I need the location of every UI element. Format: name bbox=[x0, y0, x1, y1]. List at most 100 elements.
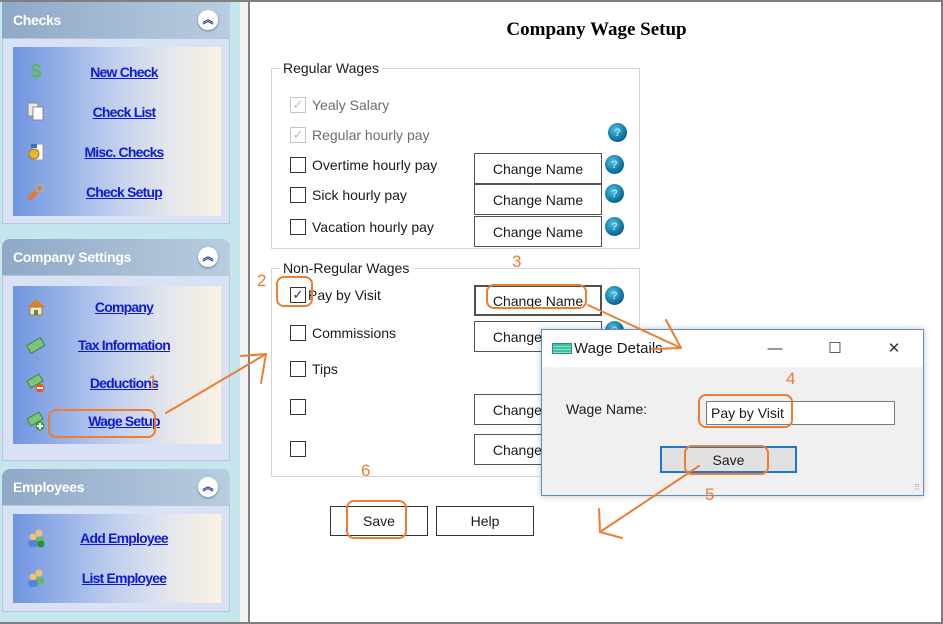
collapse-chevron-icon[interactable]: ︽ bbox=[198, 247, 218, 267]
checkbox-label: Pay by Visit bbox=[308, 287, 381, 303]
maximize-icon[interactable]: ☐ bbox=[825, 338, 845, 358]
panel-title: Employees bbox=[13, 479, 85, 495]
nav-link[interactable]: Check List bbox=[47, 104, 221, 120]
annotation-step-2: 2 bbox=[257, 271, 267, 290]
collapse-chevron-icon[interactable]: ︽ bbox=[198, 10, 218, 30]
wage-row-custom-1 bbox=[290, 399, 306, 415]
checkbox-label: Tips bbox=[312, 361, 338, 377]
nav-tax-information[interactable]: Tax Information bbox=[13, 326, 221, 364]
nav-misc-checks[interactable]: Misc. Checks bbox=[13, 132, 221, 172]
nav-link[interactable]: Deductions bbox=[47, 375, 221, 391]
panel-title: Checks bbox=[13, 12, 62, 28]
annotation-highlight-dialog-save bbox=[684, 445, 769, 475]
annotation-step-4: 4 bbox=[786, 369, 796, 388]
users-icon bbox=[25, 567, 47, 589]
wage-row-custom-2 bbox=[290, 441, 306, 457]
nav-list-employee[interactable]: List Employee bbox=[13, 558, 221, 598]
annotation-step-3: 3 bbox=[512, 252, 522, 271]
resize-grip-icon[interactable]: ⠿ bbox=[914, 484, 920, 492]
checkbox-label: Regular hourly pay bbox=[312, 127, 430, 143]
nav-add-employee[interactable]: Add Employee bbox=[13, 518, 221, 558]
checkbox[interactable]: ✓ bbox=[290, 127, 306, 143]
checkbox-label: Sick hourly pay bbox=[312, 187, 407, 203]
minimize-icon[interactable]: — bbox=[765, 338, 785, 358]
wage-row-overtime: Overtime hourly pay bbox=[290, 157, 437, 173]
collapse-chevron-icon[interactable]: ︽ bbox=[198, 477, 218, 497]
annotation-step-5: 5 bbox=[705, 485, 715, 504]
checkbox[interactable] bbox=[290, 399, 306, 415]
help-icon[interactable]: ? bbox=[608, 123, 627, 142]
nav-company[interactable]: Company bbox=[13, 288, 221, 326]
checkbox-label: Overtime hourly pay bbox=[312, 157, 438, 173]
nav-new-check[interactable]: $ New Check bbox=[13, 52, 221, 92]
wrench-icon bbox=[25, 181, 47, 203]
help-icon[interactable]: ? bbox=[605, 286, 624, 305]
wage-row-regular-hourly: ✓ Regular hourly pay bbox=[290, 127, 430, 143]
nav-check-setup[interactable]: Check Setup bbox=[13, 172, 221, 212]
annotation-highlight-wage-name bbox=[698, 394, 793, 428]
nav-link[interactable]: Company bbox=[47, 299, 221, 315]
nav-link[interactable]: List Employee bbox=[47, 570, 221, 586]
checkbox[interactable] bbox=[290, 361, 306, 377]
panel-body: $ New Check Check List Misc. Checks Chec… bbox=[2, 38, 230, 224]
wage-row-commissions: Commissions bbox=[290, 325, 396, 341]
change-name-button[interactable]: Change Name bbox=[474, 184, 602, 215]
annotation-highlight-checkbox bbox=[276, 276, 313, 307]
medal-document-icon bbox=[25, 141, 47, 163]
panel-inner: $ New Check Check List Misc. Checks Chec… bbox=[13, 47, 221, 216]
regular-wages-group: Regular Wages ✓ Yealy Salary ✓ Regular h… bbox=[271, 60, 640, 249]
checkbox[interactable] bbox=[290, 441, 306, 457]
help-icon[interactable]: ? bbox=[605, 217, 624, 236]
group-legend: Non-Regular Wages bbox=[280, 260, 413, 276]
panel-body: Add Employee List Employee bbox=[2, 505, 230, 612]
sidebar-splitter[interactable] bbox=[240, 2, 250, 622]
panel-title: Company Settings bbox=[13, 249, 132, 265]
nav-deductions[interactable]: Deductions bbox=[13, 364, 221, 402]
page-title: Company Wage Setup bbox=[506, 19, 687, 40]
wage-name-label: Wage Name: bbox=[566, 401, 648, 417]
checkbox[interactable]: ✓ bbox=[290, 97, 306, 113]
panel-header-checks[interactable]: Checks ︽ bbox=[2, 2, 230, 38]
annotation-highlight-save bbox=[346, 500, 407, 539]
nav-check-list[interactable]: Check List bbox=[13, 92, 221, 132]
add-users-icon bbox=[25, 527, 47, 549]
dialog-title: Wage Details bbox=[574, 340, 663, 357]
nav-link[interactable]: Misc. Checks bbox=[47, 144, 221, 160]
dialog-titlebar[interactable]: Wage Details — ☐ ✕ bbox=[542, 330, 923, 367]
nav-link[interactable]: Add Employee bbox=[47, 530, 221, 546]
nav-link[interactable]: New Check bbox=[47, 64, 221, 80]
help-button[interactable]: Help bbox=[436, 506, 534, 536]
group-legend: Regular Wages bbox=[280, 60, 382, 76]
wage-row-yearly-salary: ✓ Yealy Salary bbox=[290, 97, 389, 113]
checkbox[interactable] bbox=[290, 187, 306, 203]
money-plus-icon bbox=[25, 410, 47, 432]
documents-icon bbox=[25, 101, 47, 123]
help-icon[interactable]: ? bbox=[605, 184, 624, 203]
panel-header-employees[interactable]: Employees ︽ bbox=[2, 469, 230, 505]
panel-inner: Add Employee List Employee bbox=[13, 514, 221, 603]
change-name-button[interactable]: Change Name bbox=[474, 216, 602, 247]
checkbox-label: Commissions bbox=[312, 325, 397, 341]
checkbox-label: Yealy Salary bbox=[312, 97, 390, 113]
annotation-highlight-wage-setup bbox=[48, 409, 156, 438]
checkbox[interactable] bbox=[290, 219, 306, 235]
nav-link[interactable]: Tax Information bbox=[47, 337, 221, 353]
money-minus-icon bbox=[25, 372, 47, 394]
annotation-step-1: 1 bbox=[148, 372, 158, 391]
annotation-step-6: 6 bbox=[361, 461, 371, 480]
wage-row-vacation: Vacation hourly pay bbox=[290, 219, 434, 235]
checkbox[interactable] bbox=[290, 325, 306, 341]
panel-header-company-settings[interactable]: Company Settings ︽ bbox=[2, 239, 230, 275]
annotation-highlight-change-name bbox=[486, 284, 587, 309]
dollar-sign-icon: $ bbox=[30, 60, 42, 83]
help-icon[interactable]: ? bbox=[605, 155, 624, 174]
change-name-button[interactable]: Change Name bbox=[474, 153, 602, 184]
money-icon bbox=[25, 334, 47, 356]
checkbox-label: Vacation hourly pay bbox=[312, 219, 434, 235]
nav-link[interactable]: Check Setup bbox=[47, 184, 221, 200]
app-icon bbox=[552, 343, 572, 354]
checkbox[interactable] bbox=[290, 157, 306, 173]
wage-row-tips: Tips bbox=[290, 361, 338, 377]
close-icon[interactable]: ✕ bbox=[884, 338, 904, 358]
panel-checks: Checks ︽ $ New Check Check List Misc. Ch… bbox=[2, 2, 230, 224]
